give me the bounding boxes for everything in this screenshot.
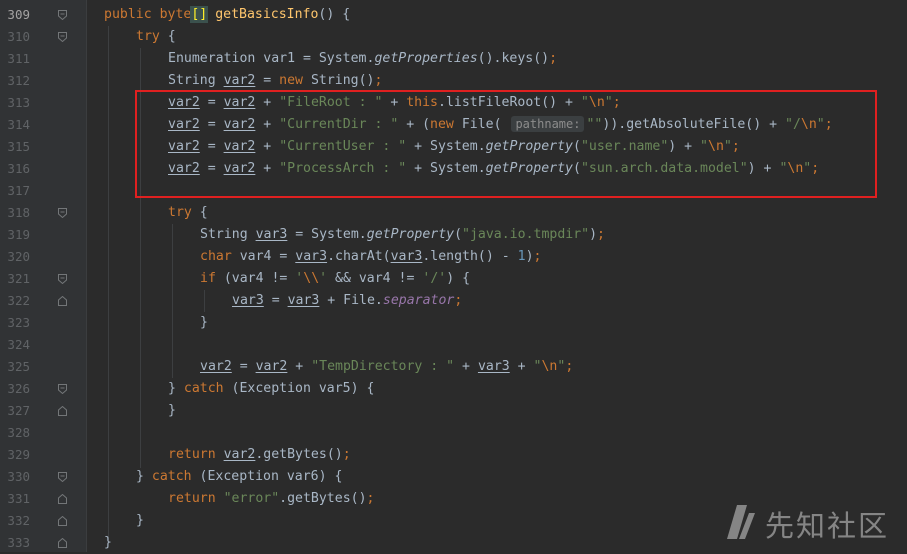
red-highlight-box [135,90,877,198]
line-number: 332 [7,513,30,528]
code-line[interactable]: 321 if (var4 != '\\' && var4 != '/') { [0,268,907,290]
line-number: 321 [7,271,30,286]
line-number: 313 [7,95,30,110]
code-text: public byte[] getBasicsInfo() { [104,6,351,23]
code-text: if (var4 != '\\' && var4 != '/') { [200,271,471,286]
code-line[interactable]: 311 Enumeration var1 = System.getProperti… [0,48,907,70]
line-number: 309 [7,7,30,22]
line-number: 330 [7,469,30,484]
code-text: } [104,535,112,550]
code-line[interactable]: 312 String var2 = new String(); [0,70,907,92]
fold-end-icon[interactable] [58,538,67,548]
fold-expanded-icon[interactable] [58,472,67,482]
watermark-text: 先知社区 [764,509,889,543]
fold-end-icon[interactable] [58,516,67,526]
line-number: 326 [7,381,30,396]
code-text: } [200,315,208,330]
line-number: 312 [7,73,30,88]
code-line[interactable]: 319 String var3 = System.getProperty("jav… [0,224,907,246]
line-number: 318 [7,205,30,220]
code-line[interactable]: 327} [0,400,907,422]
fold-expanded-icon[interactable] [58,208,67,218]
line-number: 314 [7,117,30,132]
line-number: 333 [7,535,30,550]
fold-end-icon[interactable] [58,406,67,416]
fold-expanded-icon[interactable] [58,32,67,42]
line-number: 322 [7,293,30,308]
line-number: 316 [7,161,30,176]
code-text: } [136,513,144,528]
code-text: } catch (Exception var5) { [168,381,375,396]
fold-expanded-icon[interactable] [58,274,67,284]
line-number: 327 [7,403,30,418]
code-line[interactable]: 309 public byte[] getBasicsInfo() { [0,4,907,26]
line-number: 319 [7,227,30,242]
code-text: char var4 = var3.charAt(var3.length() - … [200,249,542,264]
line-number: 329 [7,447,30,462]
code-text: try { [136,29,176,44]
code-text: try { [168,205,208,220]
line-number: 315 [7,139,30,154]
code-line[interactable]: 324 [0,334,907,356]
fold-expanded-icon[interactable] [58,384,67,394]
line-number: 311 [7,51,30,66]
code-text: String var3 = System.getProperty("java.i… [200,227,605,242]
line-number: 324 [7,337,30,352]
fold-end-icon[interactable] [58,296,67,306]
line-number: 331 [7,491,30,506]
watermark: 先知社区 [725,505,889,543]
code-line[interactable]: 330 } catch (Exception var6) { [0,466,907,488]
code-line[interactable]: 329 return var2.getBytes(); [0,444,907,466]
code-line[interactable]: 318 try { [0,202,907,224]
code-line[interactable]: 320 char var4 = var3.charAt(var3.length()… [0,246,907,268]
code-line[interactable]: 323} [0,312,907,334]
code-line[interactable]: 326 } catch (Exception var5) { [0,378,907,400]
code-line[interactable]: 310 try { [0,26,907,48]
code-line[interactable]: 328 [0,422,907,444]
xianzhi-logo-icon [725,505,755,543]
code-text: return "error".getBytes(); [168,491,375,506]
code-line[interactable]: 322 var3 = var3 + File.separator; [0,290,907,312]
code-text: Enumeration var1 = System.getProperties(… [168,51,558,66]
code-text: var3 = var3 + File.separator; [232,293,463,308]
code-line[interactable]: 325 var2 = var2 + "TempDirectory : " + va… [0,356,907,378]
fold-end-icon[interactable] [58,494,67,504]
line-number: 325 [7,359,30,374]
code-text: return var2.getBytes(); [168,447,351,462]
line-number: 323 [7,315,30,330]
code-text: } catch (Exception var6) { [136,469,343,484]
line-number: 310 [7,29,30,44]
code-text: var2 = var2 + "TempDirectory : " + var3 … [200,359,574,374]
line-number: 317 [7,183,30,198]
line-number: 328 [7,425,30,440]
fold-expanded-icon[interactable] [58,10,67,20]
line-number: 320 [7,249,30,264]
code-text: } [168,403,176,418]
code-text: String var2 = new String(); [168,73,383,88]
